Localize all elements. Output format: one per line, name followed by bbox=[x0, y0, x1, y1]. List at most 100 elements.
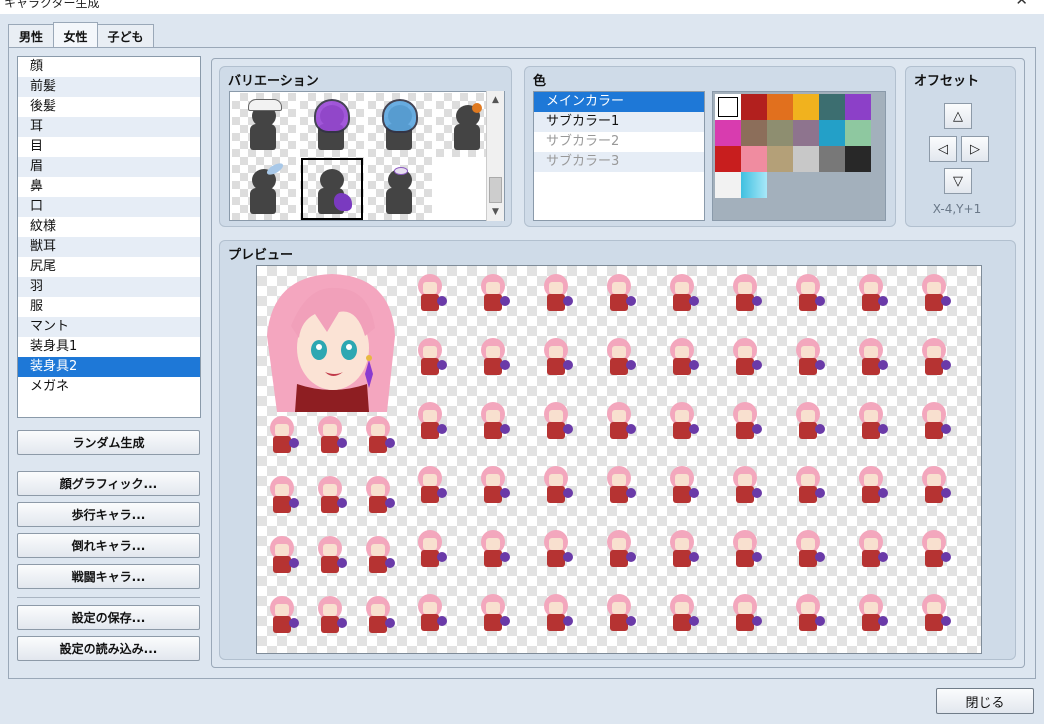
part-item[interactable]: 耳 bbox=[18, 117, 200, 137]
part-item[interactable]: 服 bbox=[18, 297, 200, 317]
character-sprite bbox=[793, 466, 825, 506]
character-sprite bbox=[315, 476, 347, 516]
random-generate-button[interactable]: ランダム生成 bbox=[17, 430, 200, 455]
character-sprite bbox=[730, 274, 762, 314]
part-item[interactable]: 鼻 bbox=[18, 177, 200, 197]
color-swatch[interactable] bbox=[715, 172, 741, 198]
color-swatch[interactable] bbox=[715, 120, 741, 146]
character-sprite bbox=[363, 476, 395, 516]
part-item[interactable]: 前髪 bbox=[18, 77, 200, 97]
character-sprite bbox=[478, 402, 510, 442]
part-item[interactable]: 後髪 bbox=[18, 97, 200, 117]
character-sprite bbox=[267, 476, 299, 516]
character-silhouette-icon bbox=[248, 169, 278, 215]
character-sprite bbox=[541, 466, 573, 506]
character-sprite bbox=[541, 274, 573, 314]
part-item[interactable]: マント bbox=[18, 317, 200, 337]
walk-character-button[interactable]: 歩行キャラ... bbox=[17, 502, 200, 527]
load-settings-button[interactable]: 設定の読み込み... bbox=[17, 636, 200, 661]
variation-option[interactable] bbox=[368, 93, 432, 157]
offset-left-button[interactable]: ◁ bbox=[929, 136, 957, 162]
part-item[interactable]: 尻尾 bbox=[18, 257, 200, 277]
offset-right-button[interactable]: ▷ bbox=[961, 136, 989, 162]
color-swatch[interactable] bbox=[767, 120, 793, 146]
color-target-list[interactable]: メインカラー サブカラー1 サブカラー2 サブカラー3 bbox=[533, 91, 705, 221]
part-item[interactable]: 装身具2 bbox=[18, 357, 200, 377]
color-target-item[interactable]: サブカラー3 bbox=[534, 152, 704, 172]
part-item[interactable]: 口 bbox=[18, 197, 200, 217]
face-graphic-button[interactable]: 顔グラフィック... bbox=[17, 471, 200, 496]
down-character-button[interactable]: 倒れキャラ... bbox=[17, 533, 200, 558]
color-swatch[interactable] bbox=[767, 94, 793, 120]
close-icon[interactable]: ✕ bbox=[1015, 0, 1028, 9]
color-swatch[interactable] bbox=[793, 94, 819, 120]
parts-list[interactable]: 顔前髪 後髪耳目眉鼻口紋様 獣耳 尻尾羽服マント 装身具1 装身具2 メガネ bbox=[17, 56, 201, 418]
accessory-icon bbox=[382, 99, 418, 133]
accessory-icon bbox=[314, 99, 350, 133]
preview-title: プレビュー bbox=[228, 248, 294, 263]
color-swatch[interactable] bbox=[793, 120, 819, 146]
character-sprite bbox=[604, 594, 636, 634]
part-item[interactable]: 羽 bbox=[18, 277, 200, 297]
character-sprite bbox=[478, 594, 510, 634]
color-swatch[interactable] bbox=[741, 94, 767, 120]
character-sprite bbox=[415, 594, 447, 634]
color-target-item[interactable]: サブカラー2 bbox=[534, 132, 704, 152]
variation-option[interactable] bbox=[232, 93, 296, 157]
scroll-up-icon[interactable]: ▲ bbox=[487, 91, 504, 108]
color-swatch[interactable] bbox=[767, 146, 793, 172]
character-sprite bbox=[730, 402, 762, 442]
save-settings-button[interactable]: 設定の保存... bbox=[17, 605, 200, 630]
tab-child[interactable]: 子ども bbox=[97, 24, 154, 48]
character-sprite bbox=[919, 402, 951, 442]
character-sprite bbox=[856, 466, 888, 506]
close-button[interactable]: 閉じる bbox=[936, 688, 1034, 714]
tab-male[interactable]: 男性 bbox=[8, 24, 54, 48]
color-target-item[interactable]: サブカラー1 bbox=[534, 112, 704, 132]
character-sprite bbox=[541, 338, 573, 378]
color-target-item[interactable]: メインカラー bbox=[534, 92, 704, 112]
offset-down-button[interactable]: ▽ bbox=[944, 168, 972, 194]
variation-option[interactable] bbox=[300, 93, 364, 157]
color-swatch[interactable] bbox=[845, 120, 871, 146]
scroll-thumb[interactable] bbox=[489, 177, 502, 203]
character-sprite bbox=[730, 338, 762, 378]
color-swatch[interactable] bbox=[819, 94, 845, 120]
color-swatch[interactable] bbox=[715, 94, 741, 120]
part-item[interactable]: 装身具1 bbox=[18, 337, 200, 357]
character-sprite bbox=[415, 274, 447, 314]
color-swatch[interactable] bbox=[819, 146, 845, 172]
battle-character-button[interactable]: 戦闘キャラ... bbox=[17, 564, 200, 589]
color-swatch[interactable] bbox=[715, 146, 741, 172]
part-item[interactable]: 眉 bbox=[18, 157, 200, 177]
offset-up-button[interactable]: △ bbox=[944, 103, 972, 129]
variation-scrollbar[interactable]: ▲ ▼ bbox=[486, 91, 504, 221]
part-item[interactable]: 顔 bbox=[18, 57, 200, 77]
color-swatch[interactable] bbox=[741, 120, 767, 146]
scroll-down-icon[interactable]: ▼ bbox=[487, 203, 504, 220]
character-sprite bbox=[478, 466, 510, 506]
color-swatch[interactable] bbox=[845, 94, 871, 120]
color-swatch[interactable] bbox=[793, 146, 819, 172]
color-title: 色 bbox=[533, 74, 547, 89]
color-swatch[interactable] bbox=[741, 146, 767, 172]
accessory-icon bbox=[334, 193, 352, 211]
character-sprite bbox=[478, 338, 510, 378]
character-sprite bbox=[667, 530, 699, 570]
character-sprite bbox=[856, 274, 888, 314]
variation-option[interactable] bbox=[368, 157, 432, 220]
character-sprite bbox=[856, 402, 888, 442]
part-item[interactable]: 獣耳 bbox=[18, 237, 200, 257]
part-item[interactable]: 目 bbox=[18, 137, 200, 157]
accessory-icon bbox=[248, 99, 282, 111]
window-title: キャラクター生成 bbox=[4, 0, 100, 10]
part-item[interactable]: メガネ bbox=[18, 377, 200, 397]
color-swatch[interactable] bbox=[845, 146, 871, 172]
accessory-icon bbox=[472, 103, 482, 113]
variation-option[interactable] bbox=[232, 157, 296, 220]
color-swatch[interactable] bbox=[741, 172, 767, 198]
color-swatch[interactable] bbox=[819, 120, 845, 146]
part-item[interactable]: 紋様 bbox=[18, 217, 200, 237]
variation-option[interactable] bbox=[300, 157, 364, 220]
tab-female[interactable]: 女性 bbox=[53, 22, 98, 49]
